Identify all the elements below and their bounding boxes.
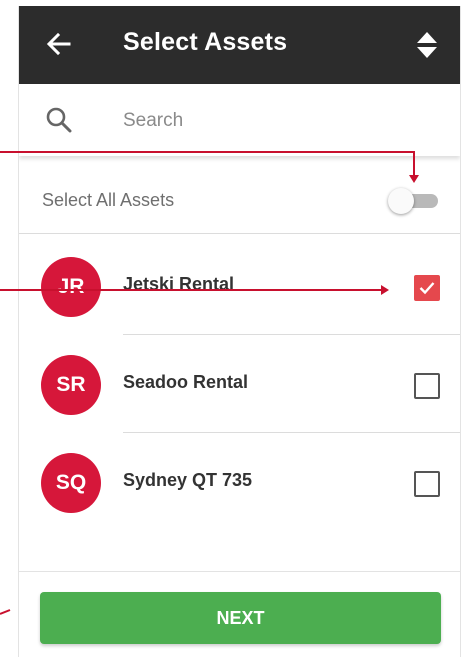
- sort-icon[interactable]: [416, 30, 438, 60]
- asset-checkbox[interactable]: [414, 373, 440, 399]
- annotation-arrow-next: [0, 609, 11, 615]
- select-all-label: Select All Assets: [42, 190, 175, 210]
- footer: NEXT: [19, 571, 460, 657]
- toggle-knob: [388, 188, 414, 214]
- avatar: JR: [41, 257, 101, 317]
- asset-name: Sydney QT 735: [123, 470, 253, 490]
- next-button[interactable]: NEXT: [40, 592, 441, 644]
- checkmark-icon: [419, 282, 435, 295]
- search-icon: [46, 107, 72, 133]
- select-all-row: Select All Assets: [19, 166, 460, 234]
- back-arrow-icon[interactable]: [45, 30, 73, 58]
- select-all-toggle[interactable]: [388, 188, 440, 214]
- search-input[interactable]: Search: [123, 110, 183, 132]
- asset-checkbox[interactable]: [414, 471, 440, 497]
- asset-row-sydney-qt-735[interactable]: SQ Sydney QT 735: [19, 433, 460, 531]
- avatar: SQ: [41, 453, 101, 513]
- page-title: Select Assets: [123, 28, 288, 56]
- search-bar[interactable]: Search: [19, 84, 460, 156]
- asset-name: Jetski Rental: [123, 274, 235, 294]
- asset-name: Seadoo Rental: [123, 372, 249, 392]
- asset-checkbox[interactable]: [414, 275, 440, 301]
- asset-row-seadoo-rental[interactable]: SR Seadoo Rental: [19, 335, 460, 433]
- phone-screen: Select Assets Search Select All Assets J…: [18, 6, 461, 657]
- avatar: SR: [41, 355, 101, 415]
- asset-row-jetski-rental[interactable]: JR Jetski Rental: [19, 237, 460, 335]
- app-header: Select Assets: [19, 6, 460, 84]
